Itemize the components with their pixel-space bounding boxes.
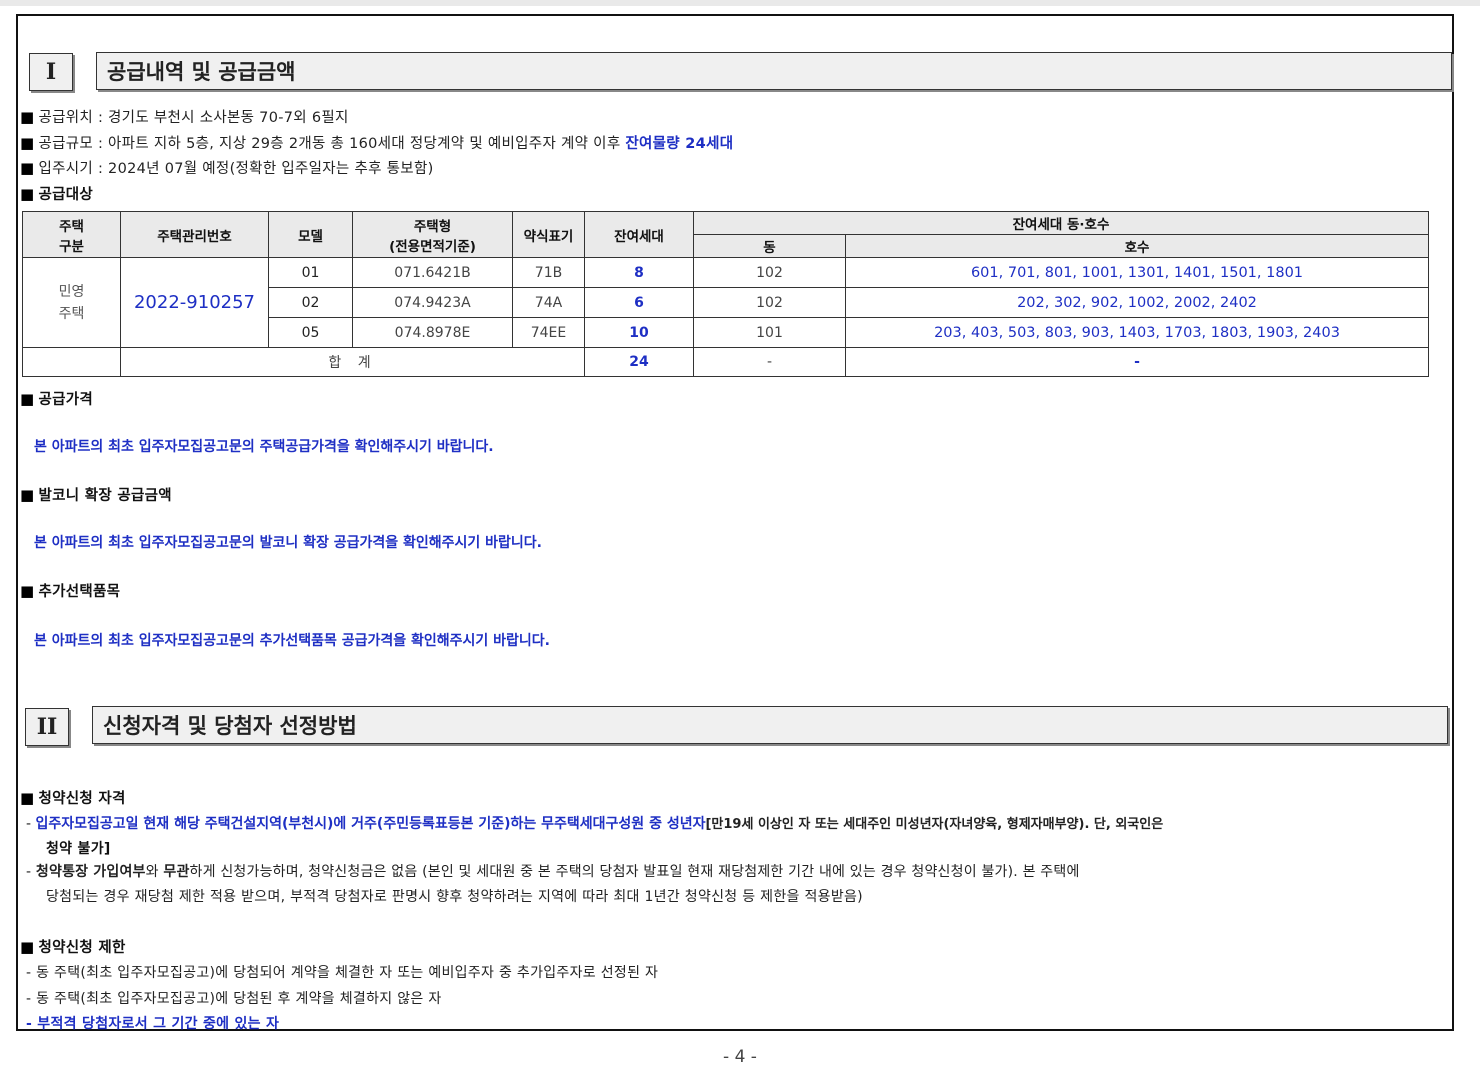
table-row: 민영 주택 2022-910257 01 071.6421B 71B 8 102 … [22, 257, 1429, 348]
supply-table: 주택 구분 주택관리번호 모델 주택형 (전용면적기준) 약식표기 잔여세대 잔여세… [22, 211, 1429, 377]
header-model: 모델 [268, 211, 353, 258]
page-number: - 4 - [723, 1047, 757, 1067]
header-dong: 동 [693, 234, 846, 258]
top-strip [0, 0, 1480, 6]
price-heading: ■ 공급가격 [20, 390, 94, 408]
options-heading: ■ 추가선택품목 [20, 582, 121, 600]
target-heading: ■ 공급대상 [20, 185, 94, 203]
header-remaining: 잔여세대 [584, 211, 694, 258]
total-label: 합 계 [120, 347, 585, 377]
info-location: ■ 공급위치 : 경기도 부천시 소사본동 70-7외 6필지 [20, 108, 349, 126]
eligibility-heading: ■ 청약신청 자격 [20, 789, 126, 807]
abbr-cell: 74A [512, 287, 585, 318]
options-note: 본 아파트의 최초 입주자모집공고문의 추가선택품목 공급가격을 확인해주시기 … [34, 633, 550, 649]
remaining-cell: 6 [584, 287, 694, 318]
house-type-cell: 민영 주택 [22, 257, 121, 348]
total-remaining: 24 [584, 347, 694, 377]
balcony-note: 본 아파트의 최초 입주자모집공고문의 발코니 확장 공급가격을 확인해주시기 … [34, 535, 542, 551]
units-cell: 202, 302, 902, 1002, 2002, 2402 [845, 287, 1429, 318]
section-2-title: 신청자격 및 당첨자 선정방법 [92, 706, 1448, 744]
remaining-highlight: 잔여물량 24세대 [625, 136, 734, 152]
units-cell: 203, 403, 503, 803, 903, 1403, 1703, 180… [845, 317, 1429, 348]
price-note: 본 아파트의 최초 입주자모집공고문의 주택공급가격을 확인해주시기 바랍니다. [34, 439, 494, 455]
info-scale: ■ 공급규모 : 아파트 지하 5층, 지상 29층 2개동 총 160세대 정당… [20, 134, 734, 152]
eligibility-line-1: - 입주자모집공고일 현재 해당 주택건설지역(부천시)에 거주(주민등록표등본… [26, 816, 1164, 832]
dong-cell: 102 [693, 257, 846, 288]
section-2-number: II [25, 708, 69, 746]
restriction-item: - 부적격 당첨자로서 그 기간 중에 있는 자 [26, 1016, 280, 1032]
section-1-number: I [29, 53, 73, 91]
balcony-heading: ■ 발코니 확장 공급금액 [20, 486, 172, 504]
size-cell: 071.6421B [352, 257, 513, 288]
size-cell: 074.8978E [352, 317, 513, 348]
header-units-group: 잔여세대 동·호수 [693, 211, 1429, 235]
header-size: 주택형 (전용면적기준) [352, 211, 513, 258]
header-abbr: 약식표기 [512, 211, 585, 258]
dong-cell: 102 [693, 287, 846, 318]
header-mgmt-no: 주택관리번호 [120, 211, 269, 258]
section-1-title: 공급내역 및 공급금액 [96, 52, 1452, 90]
eligibility-line-2: - 청약통장 가입여부와 무관하게 신청가능하며, 청약신청금은 없음 (본인 … [26, 864, 1080, 880]
model-cell: 01 [268, 257, 353, 288]
restriction-heading: ■ 청약신청 제한 [20, 938, 126, 956]
total-dong: - [693, 347, 846, 377]
total-units: - [845, 347, 1429, 377]
dong-cell: 101 [693, 317, 846, 348]
mgmt-no-cell: 2022-910257 [120, 257, 269, 348]
restriction-item: - 동 주택(최초 입주자모집공고)에 당첨되어 계약을 체결한 자 또는 예비… [26, 965, 659, 981]
eligibility-line-1-cont: 청약 불가] [46, 841, 111, 857]
abbr-cell: 71B [512, 257, 585, 288]
header-house-type: 주택 구분 [22, 211, 121, 258]
total-row: 합 계 24 - - [22, 347, 1429, 377]
units-cell: 601, 701, 801, 1001, 1301, 1401, 1501, 1… [845, 257, 1429, 288]
size-cell: 074.9423A [352, 287, 513, 318]
model-cell: 02 [268, 287, 353, 318]
remaining-cell: 10 [584, 317, 694, 348]
remaining-cell: 8 [584, 257, 694, 288]
info-movein: ■ 입주시기 : 2024년 07월 예정(정확한 입주일자는 추후 통보함) [20, 159, 434, 177]
restriction-item: - 동 주택(최초 입주자모집공고)에 당첨된 후 계약을 체결하지 않은 자 [26, 991, 442, 1007]
model-cell: 05 [268, 317, 353, 348]
abbr-cell: 74EE [512, 317, 585, 348]
header-ho: 호수 [845, 234, 1429, 258]
eligibility-line-2-cont: 당첨되는 경우 재당첨 제한 적용 받으며, 부적격 당첨자로 판명시 향후 청… [46, 889, 863, 905]
